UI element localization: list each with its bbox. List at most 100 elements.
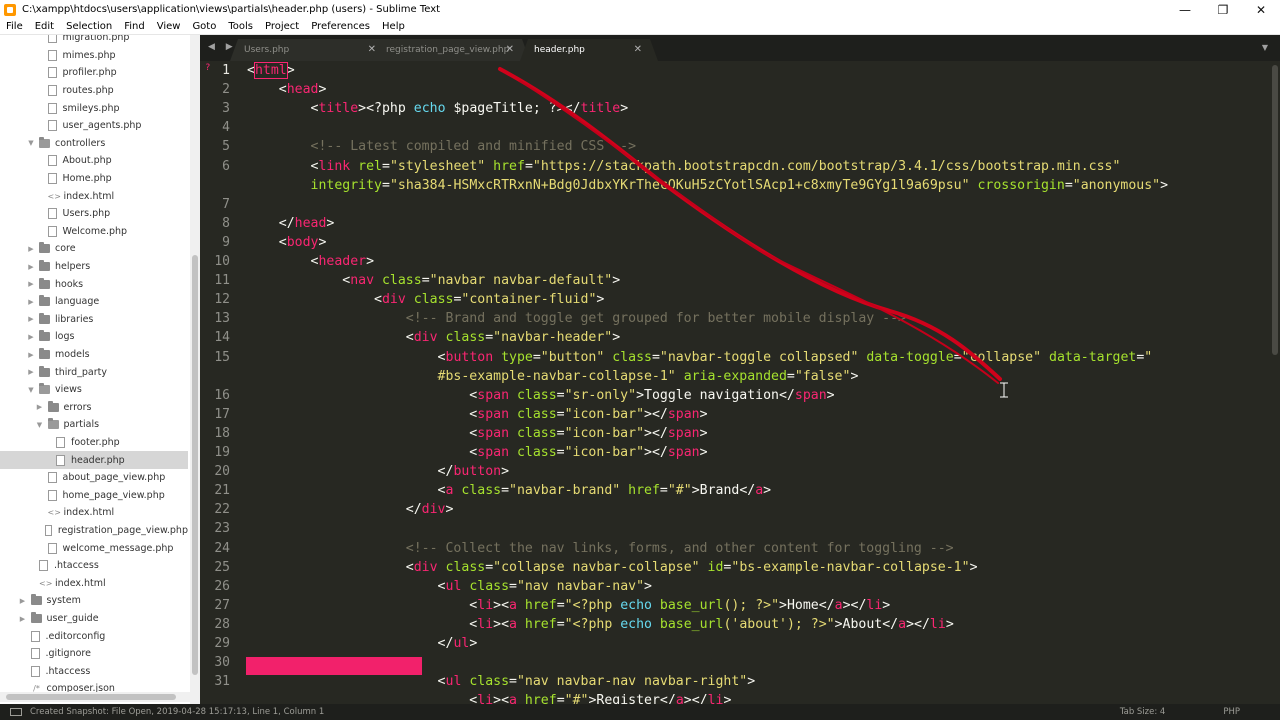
sidebar-item[interactable]: ▶ user_guide [0, 610, 188, 628]
menu-selection[interactable]: Selection [60, 19, 118, 35]
sidebar-item[interactable]: About.php [0, 152, 188, 170]
sidebar-item[interactable]: <> index.html [0, 504, 188, 522]
file-icon [47, 208, 57, 220]
menu-preferences[interactable]: Preferences [305, 19, 376, 35]
sidebar-hscroll-thumb[interactable] [6, 694, 176, 700]
expand-arrow-icon: ▶ [28, 368, 34, 377]
sidebar-item[interactable]: home_page_view.php [0, 487, 188, 505]
sidebar-item[interactable]: user_agents.php [0, 117, 188, 135]
tab-header-php[interactable]: header.php ✕ [520, 39, 658, 61]
menu-goto[interactable]: Goto [186, 19, 222, 35]
editor-vertical-scrollbar[interactable] [1270, 61, 1280, 704]
sidebar-item[interactable]: profiler.php [0, 64, 188, 82]
code-editor[interactable]: 1 2 3 4 5 6 7 8 9 10 11 12 13 14 15 16 17 18 19 20 21 22 23 24 2… [200, 61, 1280, 704]
sidebar-item[interactable]: ▶ logs [0, 328, 188, 346]
expand-arrow-icon: ▶ [28, 297, 34, 306]
sidebar-item[interactable]: ▶ language [0, 293, 188, 311]
file-icon [30, 630, 40, 642]
sidebar-horizontal-scrollbar[interactable] [0, 692, 190, 702]
tab-registration-page-view-php[interactable]: registration_page_view.php ✕ [372, 39, 530, 61]
sidebar-item[interactable]: ▶ hooks [0, 275, 188, 293]
sidebar-item[interactable]: ▶ third_party [0, 363, 188, 381]
sidebar-item[interactable]: .htaccess [0, 663, 188, 681]
sidebar-item[interactable]: ▼ controllers [0, 135, 188, 153]
sidebar-item[interactable]: .gitignore [0, 645, 188, 663]
sidebar-vscroll-thumb[interactable] [192, 255, 198, 675]
menu-project[interactable]: Project [259, 19, 305, 35]
sidebar-item-label: smileys.php [62, 102, 120, 114]
file-icon [47, 67, 57, 79]
sidebar-item[interactable]: <> index.html [0, 575, 188, 593]
sidebar-item[interactable]: ▶ errors [0, 399, 188, 417]
file-icon [47, 85, 57, 97]
sidebar-item[interactable]: ▼ partials [0, 416, 188, 434]
expand-arrow-icon: ▶ [28, 350, 34, 359]
sidebar-item[interactable]: .htaccess [0, 557, 188, 575]
code-file-icon: <> [39, 578, 53, 588]
sidebar-item[interactable]: Users.php [0, 205, 188, 223]
sidebar-item[interactable]: ▼ views [0, 381, 188, 399]
annotation-stroke [498, 67, 1008, 398]
sidebar-item[interactable]: smileys.php [0, 99, 188, 117]
file-icon [39, 560, 48, 572]
sidebar-item[interactable]: migration.php [0, 35, 188, 47]
sidebar-item-label: index.html [63, 190, 115, 202]
sidebar-item[interactable]: mimes.php [0, 47, 188, 65]
syntax-selector[interactable]: PHP [1223, 707, 1240, 717]
sidebar-item-label: Home.php [62, 173, 112, 185]
editor-scroll-thumb[interactable] [1272, 65, 1278, 355]
file-icon [47, 35, 57, 44]
panel-toggle-icon[interactable] [10, 708, 22, 716]
menu-view[interactable]: View [151, 19, 187, 35]
sidebar-vertical-scrollbar[interactable] [190, 35, 200, 704]
sidebar-item[interactable]: ▶ core [0, 240, 188, 258]
sidebar-item[interactable]: ▶ system [0, 592, 188, 610]
sidebar-item[interactable]: header.php [0, 451, 188, 469]
tab-close-icon[interactable]: ✕ [634, 44, 642, 55]
sidebar-item[interactable]: ▶ models [0, 346, 188, 364]
sidebar-item[interactable]: ▶ libraries [0, 311, 188, 329]
menu-help[interactable]: Help [376, 19, 411, 35]
sidebar-item[interactable]: routes.php [0, 82, 188, 100]
sidebar-item-label: user_agents.php [62, 120, 142, 132]
tab-size-selector[interactable]: Tab Size: 4 [1120, 707, 1166, 717]
menu-find[interactable]: Find [118, 19, 151, 35]
tab-users-php[interactable]: Users.php ✕ [230, 39, 392, 61]
collapse-arrow-icon: ▼ [36, 420, 43, 429]
sidebar-item-label: registration_page_view.php [57, 525, 188, 537]
tab-close-icon[interactable]: ✕ [368, 44, 376, 55]
menu-file[interactable]: File [0, 19, 29, 35]
tab-nav-arrows-icon[interactable]: ◀ ▶ [208, 42, 237, 52]
file-icon [30, 648, 40, 660]
maximize-button[interactable]: ❐ [1204, 0, 1242, 19]
sidebar-item-label: user_guide [46, 613, 99, 625]
sidebar-item[interactable]: Welcome.php [0, 223, 188, 241]
sidebar-item[interactable]: welcome_message.php [0, 539, 188, 557]
collapse-arrow-icon: ▼ [28, 139, 34, 148]
tab-close-icon[interactable]: ✕ [506, 44, 514, 55]
minimize-button[interactable]: — [1166, 0, 1204, 19]
close-window-button[interactable]: ✕ [1242, 0, 1280, 19]
sidebar-item[interactable]: about_page_view.php [0, 469, 188, 487]
menu-edit[interactable]: Edit [29, 19, 60, 35]
file-icon [56, 454, 65, 466]
sidebar-item-label: libraries [55, 313, 94, 325]
expand-arrow-icon: ▶ [19, 614, 26, 623]
sidebar-item[interactable]: footer.php [0, 434, 188, 452]
sidebar-item-label: language [55, 296, 100, 308]
file-icon [47, 155, 57, 167]
sidebar-item[interactable]: <> index.html [0, 187, 188, 205]
sidebar-item[interactable]: ▶ helpers [0, 258, 188, 276]
sidebar-item-label: helpers [55, 261, 91, 273]
expand-arrow-icon: ▶ [28, 280, 34, 289]
sidebar-item[interactable]: registration_page_view.php [0, 522, 188, 540]
sidebar-item[interactable]: .editorconfig [0, 627, 188, 645]
tab-dropdown-icon[interactable]: ▼ [1262, 43, 1268, 52]
menu-tools[interactable]: Tools [222, 19, 259, 35]
sidebar-item[interactable]: Home.php [0, 170, 188, 188]
